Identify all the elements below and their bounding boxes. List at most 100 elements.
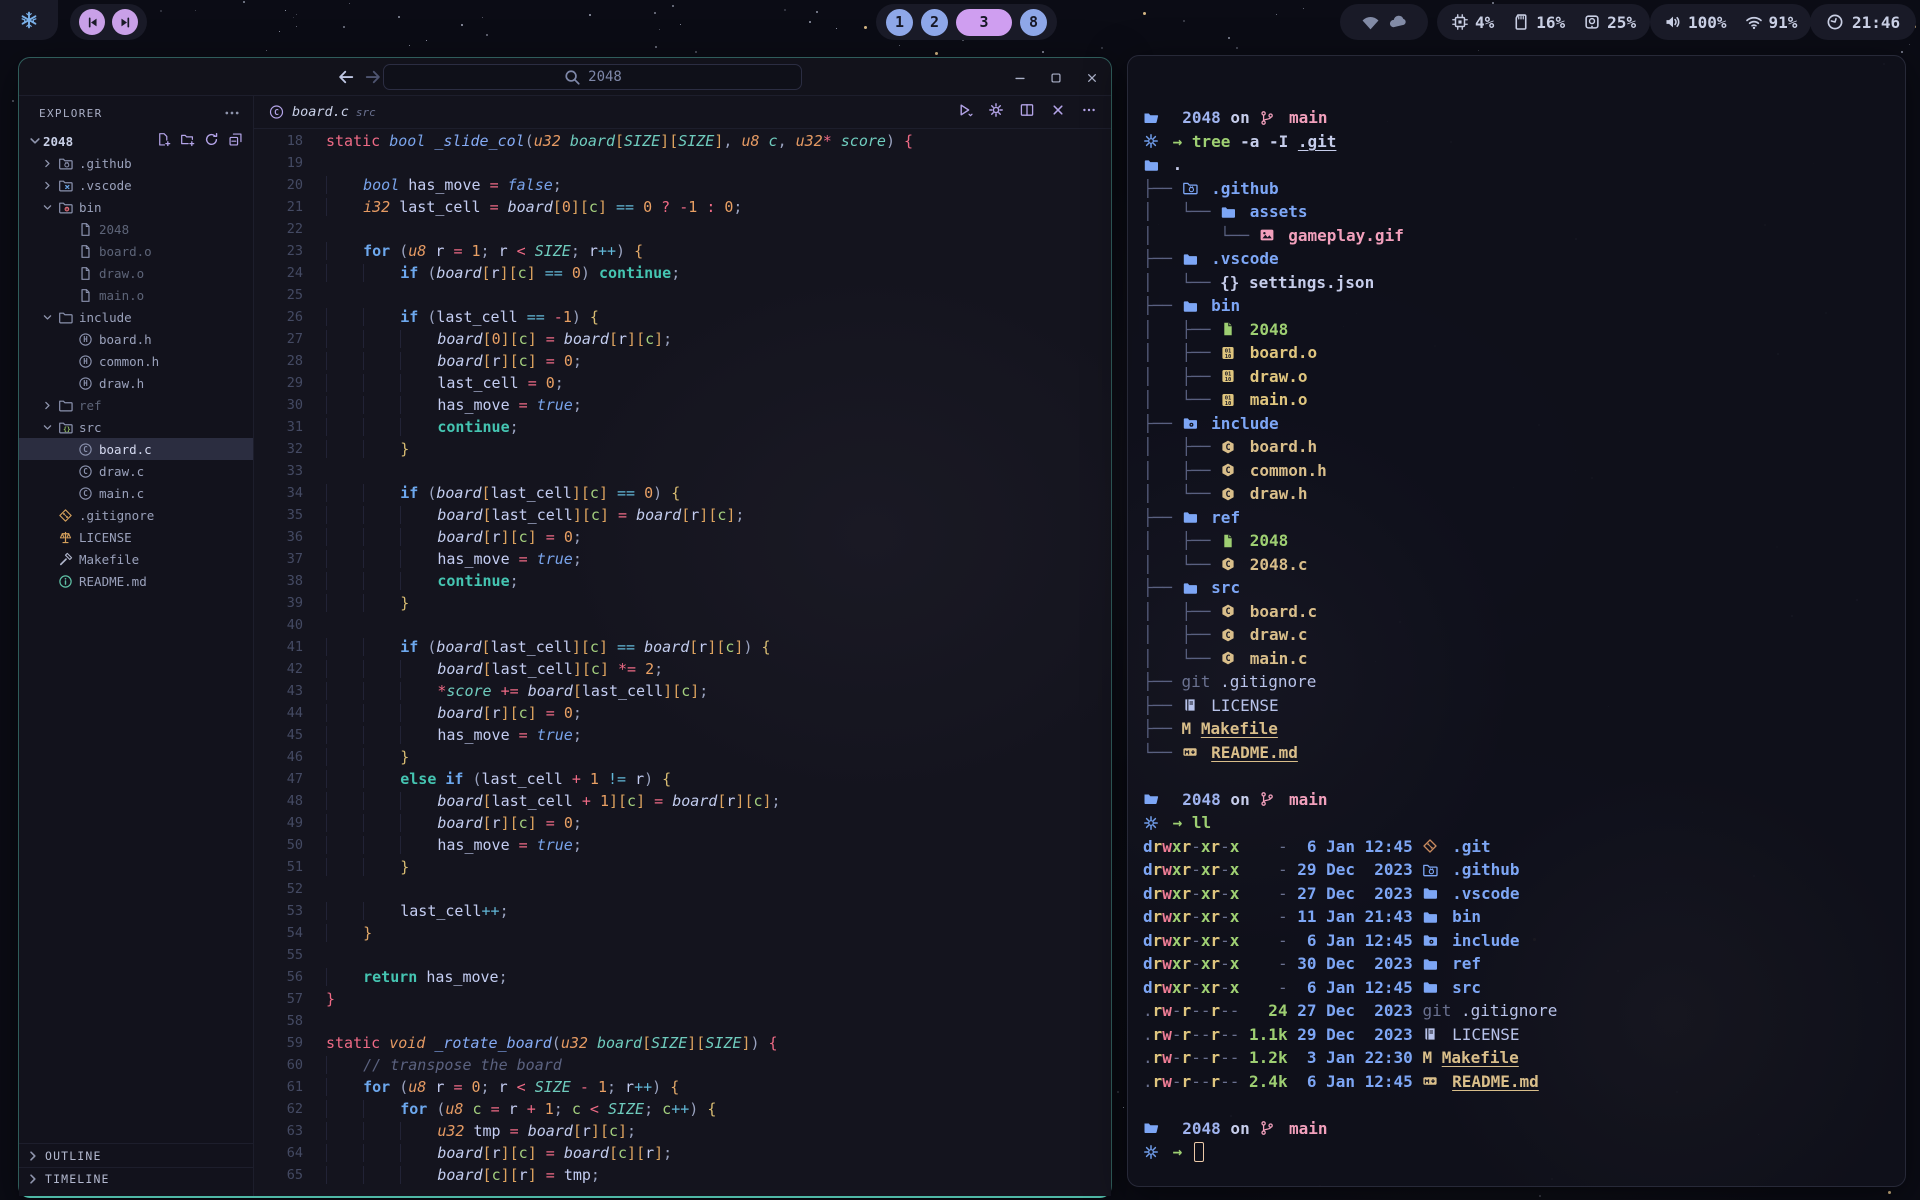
explorer-item-.github[interactable]: .github <box>19 152 253 174</box>
code-line[interactable]: 31 continue; <box>254 416 1111 438</box>
workspace-3-active[interactable]: 3 <box>956 9 1012 36</box>
code-line[interactable]: 43 *score += board[last_cell][c]; <box>254 680 1111 702</box>
code-line[interactable]: 18static bool _slide_col(u32 board[SIZE]… <box>254 130 1111 152</box>
launcher-button[interactable] <box>0 0 58 40</box>
explorer-item-bin[interactable]: bin <box>19 196 253 218</box>
workspace-2[interactable]: 2 <box>921 9 948 36</box>
timeline-panel-header[interactable]: TIMELINE <box>19 1167 253 1190</box>
editor-action-more[interactable] <box>1081 102 1097 122</box>
code-line[interactable]: 42 board[last_cell][c] *= 2; <box>254 658 1111 680</box>
explorer-item-main.c[interactable]: Cmain.c <box>19 482 253 504</box>
code-line[interactable]: 41 if (board[last_cell][c] == board[r][c… <box>254 636 1111 658</box>
explorer-item-include[interactable]: include <box>19 306 253 328</box>
code-line[interactable]: 36 board[r][c] = 0; <box>254 526 1111 548</box>
system-metrics-pill[interactable]: 4%16%25% <box>1437 4 1650 40</box>
code-line[interactable]: 54 } <box>254 922 1111 944</box>
code-line[interactable]: 22 <box>254 218 1111 240</box>
explorer-root-folder[interactable]: 2048 <box>19 130 253 152</box>
editor-titlebar[interactable]: 2048 <box>19 58 1111 96</box>
explorer-item-board.h[interactable]: Hboard.h <box>19 328 253 350</box>
code-line[interactable]: 59static void _rotate_board(u32 board[SI… <box>254 1032 1111 1054</box>
editor-action-gear[interactable] <box>988 102 1004 122</box>
command-center-search[interactable]: 2048 <box>383 64 802 90</box>
code-line[interactable]: 24 if (board[r][c] == 0) continue; <box>254 262 1111 284</box>
editor-action-run[interactable] <box>957 102 973 122</box>
code-line[interactable]: 44 board[r][c] = 0; <box>254 702 1111 724</box>
workspace-1[interactable]: 1 <box>886 9 913 36</box>
refresh-button[interactable] <box>204 132 219 150</box>
network-status-pill[interactable] <box>1340 4 1428 40</box>
code-line[interactable]: 65 board[c][r] = tmp; <box>254 1164 1111 1186</box>
explorer-item-board.o[interactable]: board.o <box>19 240 253 262</box>
code-line[interactable]: 64 board[r][c] = board[c][r]; <box>254 1142 1111 1164</box>
code-line[interactable]: 30 has_move = true; <box>254 394 1111 416</box>
code-line[interactable]: 48 board[last_cell + 1][c] = board[r][c]… <box>254 790 1111 812</box>
code-line[interactable]: 57} <box>254 988 1111 1010</box>
code-line[interactable]: 39 } <box>254 592 1111 614</box>
code-editor[interactable]: 18static bool _slide_col(u32 board[SIZE]… <box>254 129 1111 1196</box>
arrow-left-icon[interactable] <box>336 67 356 87</box>
explorer-item-.vscode[interactable]: .vscode <box>19 174 253 196</box>
code-line[interactable]: 21 i32 last_cell = board[0][c] == 0 ? -1… <box>254 196 1111 218</box>
code-line[interactable]: 58 <box>254 1010 1111 1032</box>
code-line[interactable]: 50 has_move = true; <box>254 834 1111 856</box>
explorer-item-makefile[interactable]: Makefile <box>19 548 253 570</box>
code-line[interactable]: 29 last_cell = 0; <box>254 372 1111 394</box>
outline-panel-header[interactable]: OUTLINE <box>19 1144 253 1167</box>
code-line[interactable]: 40 <box>254 614 1111 636</box>
explorer-item-board.c[interactable]: Cboard.c <box>19 438 253 460</box>
code-line[interactable]: 33 <box>254 460 1111 482</box>
code-line[interactable]: 53 last_cell++; <box>254 900 1111 922</box>
code-line[interactable]: 32 } <box>254 438 1111 460</box>
skip-forward-button[interactable] <box>112 9 138 35</box>
clock-pill[interactable]: 21:46 <box>1810 4 1916 40</box>
code-line[interactable]: 62 for (u8 c = r + 1; c < SIZE; c++) { <box>254 1098 1111 1120</box>
code-line[interactable]: 37 has_move = true; <box>254 548 1111 570</box>
code-line[interactable]: 55 <box>254 944 1111 966</box>
minimize-button[interactable] <box>1009 67 1031 89</box>
code-line[interactable]: 34 if (board[last_cell][c] == 0) { <box>254 482 1111 504</box>
code-line[interactable]: 60 // transpose the board <box>254 1054 1111 1076</box>
code-line[interactable]: 19 <box>254 152 1111 174</box>
explorer-item-common.h[interactable]: Hcommon.h <box>19 350 253 372</box>
explorer-item-2048[interactable]: 2048 <box>19 218 253 240</box>
maximize-button[interactable] <box>1045 67 1067 89</box>
code-line[interactable]: 45 has_move = true; <box>254 724 1111 746</box>
code-line[interactable]: 49 board[r][c] = 0; <box>254 812 1111 834</box>
explorer-item-draw.h[interactable]: Hdraw.h <box>19 372 253 394</box>
ellipsis-icon[interactable] <box>223 104 241 122</box>
code-line[interactable]: 38 continue; <box>254 570 1111 592</box>
editor-action-split[interactable] <box>1019 102 1035 122</box>
code-line[interactable]: 46 } <box>254 746 1111 768</box>
code-line[interactable]: 35 board[last_cell][c] = board[r][c]; <box>254 504 1111 526</box>
explorer-item-ref[interactable]: ref <box>19 394 253 416</box>
code-line[interactable]: 61 for (u8 r = 0; r < SIZE - 1; r++) { <box>254 1076 1111 1098</box>
arrow-right-icon[interactable] <box>363 67 383 87</box>
workspace-8[interactable]: 8 <box>1020 9 1047 36</box>
code-line[interactable]: 47 else if (last_cell + 1 != r) { <box>254 768 1111 790</box>
explorer-item-readme.md[interactable]: README.md <box>19 570 253 592</box>
explorer-item-draw.c[interactable]: Cdraw.c <box>19 460 253 482</box>
explorer-item-main.o[interactable]: main.o <box>19 284 253 306</box>
audio-network-pill[interactable]: 100%91% <box>1650 4 1811 40</box>
code-line[interactable]: 28 board[r][c] = 0; <box>254 350 1111 372</box>
code-line[interactable]: 51 } <box>254 856 1111 878</box>
code-line[interactable]: 20 bool has_move = false; <box>254 174 1111 196</box>
explorer-item-.gitignore[interactable]: .gitignore <box>19 504 253 526</box>
explorer-item-draw.o[interactable]: draw.o <box>19 262 253 284</box>
new-folder-button[interactable] <box>180 132 195 150</box>
code-line[interactable]: 26 if (last_cell == -1) { <box>254 306 1111 328</box>
close-button[interactable] <box>1081 67 1103 89</box>
new-file-button[interactable] <box>156 132 171 150</box>
code-line[interactable]: 25 <box>254 284 1111 306</box>
collapse-all-button[interactable] <box>228 132 243 150</box>
explorer-item-license[interactable]: LICENSE <box>19 526 253 548</box>
explorer-item-src[interactable]: {}src <box>19 416 253 438</box>
editor-action-close[interactable] <box>1050 102 1066 122</box>
code-line[interactable]: 52 <box>254 878 1111 900</box>
code-line[interactable]: 23 for (u8 r = 1; r < SIZE; r++) { <box>254 240 1111 262</box>
code-line[interactable]: 56 return has_move; <box>254 966 1111 988</box>
code-line[interactable]: 63 u32 tmp = board[r][c]; <box>254 1120 1111 1142</box>
terminal-window[interactable]: 2048 on main → tree -a -I .git .├── .git… <box>1127 55 1906 1187</box>
skip-back-button[interactable] <box>79 9 105 35</box>
